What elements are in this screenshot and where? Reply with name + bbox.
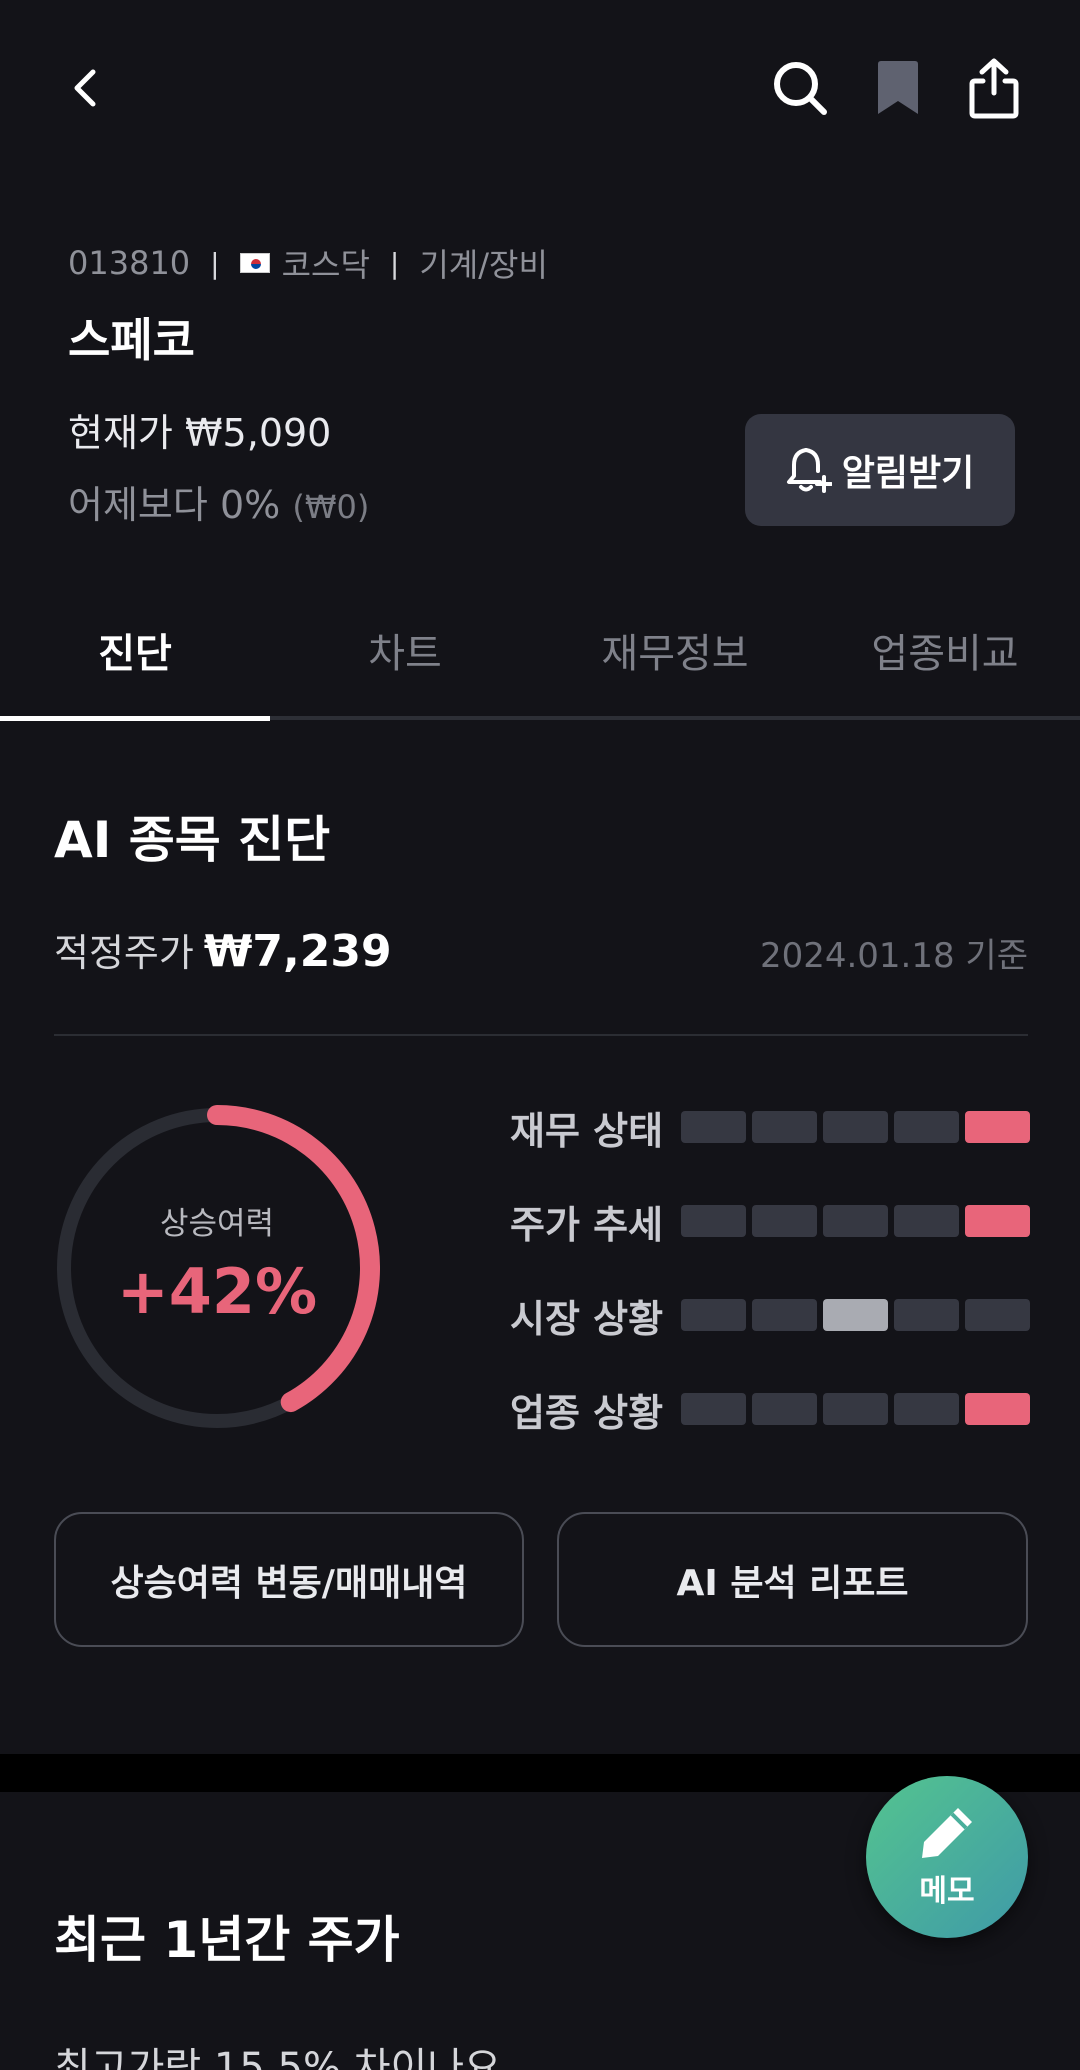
- stock-market: 코스닥: [281, 246, 370, 284]
- metric-bar-segment: [823, 1393, 888, 1425]
- metric-market-condition: 시장 상황: [510, 1287, 1030, 1343]
- stock-code: 013810: [68, 244, 191, 282]
- meta-separator: |: [210, 246, 220, 280]
- metric-bar-segment: [823, 1299, 888, 1331]
- upside-history-button[interactable]: 상승여력 변동/매매내역: [54, 1512, 524, 1647]
- ai-report-button[interactable]: AI 분석 리포트: [557, 1512, 1028, 1647]
- metric-bar-segment: [823, 1205, 888, 1237]
- alert-button[interactable]: 알림받기: [745, 414, 1015, 526]
- change-amount: (₩0): [292, 488, 370, 526]
- metric-bar-segment: [752, 1299, 817, 1331]
- tab-financials[interactable]: 재무정보: [540, 585, 810, 715]
- metric-sector-condition: 업종 상황: [510, 1381, 1030, 1437]
- share-button[interactable]: [962, 54, 1026, 122]
- price-change: 어제보다 0% (₩0): [68, 474, 369, 529]
- memo-label: 메모: [919, 1874, 975, 1909]
- metric-label: 주가 추세: [510, 1202, 664, 1247]
- metric-bar-segment: [681, 1205, 746, 1237]
- metric-bar-segment: [752, 1111, 817, 1143]
- metric-bar-segment: [823, 1111, 888, 1143]
- metric-bar-segment: [965, 1111, 1030, 1143]
- metric-bar-segment: [965, 1299, 1030, 1331]
- share-icon: [969, 58, 1019, 119]
- metric-bar-segment: [894, 1111, 959, 1143]
- metric-bar-segment: [681, 1393, 746, 1425]
- chevron-left-icon: [74, 69, 96, 107]
- search-icon: [774, 62, 827, 115]
- metric-bars: [681, 1299, 1030, 1331]
- metric-label: 재무 상태: [510, 1108, 664, 1153]
- metric-bar-segment: [752, 1393, 817, 1425]
- change-percent: 0%: [219, 483, 281, 527]
- tab-active-indicator: [0, 716, 270, 721]
- tab-diagnosis[interactable]: 진단: [0, 585, 270, 715]
- metric-price-trend: 주가 추세: [510, 1193, 1030, 1249]
- fair-price: 적정주가 ₩7,239: [54, 922, 392, 977]
- bookmark-icon: [878, 61, 918, 114]
- metric-bar-segment: [752, 1205, 817, 1237]
- back-button[interactable]: [60, 62, 108, 114]
- current-price: 현재가 ₩5,090: [68, 402, 331, 457]
- recent-year-subtitle: 최고가랑 15.5% 차이나요: [54, 2045, 501, 2070]
- metric-label: 업종 상황: [510, 1390, 664, 1435]
- metric-bars: [681, 1393, 1030, 1425]
- metric-bars: [681, 1205, 1030, 1237]
- tab-chart[interactable]: 차트: [270, 585, 540, 715]
- metric-label: 시장 상황: [510, 1296, 664, 1341]
- bookmark-button[interactable]: [866, 54, 930, 122]
- metric-bar-segment: [681, 1299, 746, 1331]
- metric-bar-segment: [894, 1205, 959, 1237]
- recent-year-title: 최근 1년간 주가: [54, 1911, 400, 1969]
- fair-price-value: ₩7,239: [203, 926, 392, 977]
- divider: [54, 1034, 1028, 1036]
- metric-bar-segment: [965, 1393, 1030, 1425]
- pencil-icon: [922, 1808, 972, 1858]
- price-value: ₩5,090: [184, 411, 332, 455]
- stock-sector[interactable]: 기계/장비: [419, 240, 548, 286]
- tab-sector-compare[interactable]: 업종비교: [810, 585, 1080, 715]
- upside-label: 상승여력: [159, 1206, 275, 1242]
- top-app-bar: [0, 0, 1080, 180]
- price-label: 현재가: [68, 411, 173, 455]
- as-of-date: 2024.01.18 기준: [759, 936, 1028, 976]
- upside-value: +42%: [116, 1255, 318, 1328]
- metric-financial-status: 재무 상태: [510, 1099, 1030, 1155]
- change-label: 어제보다: [68, 483, 208, 527]
- metric-bar-segment: [965, 1205, 1030, 1237]
- metric-bar-segment: [894, 1393, 959, 1425]
- ai-diagnosis-title: AI 종목 진단: [54, 811, 331, 869]
- stock-meta: 013810 | 코스닥 | 기계/장비: [68, 240, 548, 286]
- fair-price-label: 적정주가: [54, 931, 194, 975]
- meta-separator: |: [389, 246, 400, 280]
- metric-bar-segment: [894, 1299, 959, 1331]
- memo-button[interactable]: 메모: [866, 1776, 1028, 1938]
- metric-bars: [681, 1111, 1030, 1143]
- tab-bar: 진단 차트 재무정보 업종비교: [0, 585, 1080, 721]
- metric-bar-segment: [681, 1111, 746, 1143]
- stock-name: 스페코: [68, 313, 195, 367]
- alert-label: 알림받기: [841, 453, 975, 494]
- search-button[interactable]: [768, 54, 832, 122]
- korea-flag-icon: [239, 253, 270, 273]
- bell-plus-icon: [786, 448, 832, 493]
